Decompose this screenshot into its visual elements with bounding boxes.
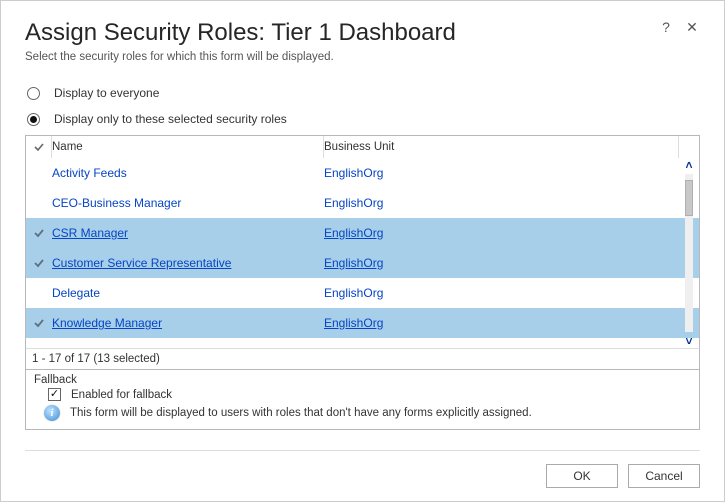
header-spacer — [679, 136, 699, 158]
titlebar: Assign Security Roles: Tier 1 Dashboard … — [25, 19, 700, 47]
row-business-unit: EnglishOrg — [324, 166, 383, 180]
radio-display-selected[interactable]: Display only to these selected security … — [27, 107, 700, 131]
header-name[interactable]: Name — [52, 136, 324, 158]
row-name: Activity Feeds — [52, 166, 127, 180]
radio-icon — [27, 87, 40, 100]
row-business-unit: EnglishOrg — [324, 346, 383, 348]
dialog-title: Assign Security Roles: Tier 1 Dashboard — [25, 19, 648, 47]
row-name: CEO-Business Manager — [52, 196, 181, 210]
table-row[interactable]: Delegate EnglishOrg — [26, 278, 699, 308]
row-name: CSR Manager — [52, 226, 128, 240]
table-row[interactable]: Activity Feeds EnglishOrg — [26, 158, 699, 188]
radio-label: Display only to these selected security … — [54, 112, 287, 126]
row-name: Delegate — [52, 286, 100, 300]
dialog: Assign Security Roles: Tier 1 Dashboard … — [1, 1, 724, 501]
row-business-unit: EnglishOrg — [324, 316, 383, 330]
scrollbar[interactable]: ˄ ˅ — [681, 158, 697, 348]
cancel-button[interactable]: Cancel — [628, 464, 700, 488]
grid-header: Name Business Unit — [26, 136, 699, 158]
scroll-track[interactable] — [685, 174, 693, 332]
table-row[interactable]: Marketing Manager EnglishOrg — [26, 338, 699, 348]
radio-icon — [27, 113, 40, 126]
row-name: Knowledge Manager — [52, 316, 162, 330]
row-checkmark[interactable] — [26, 227, 52, 239]
help-icon[interactable]: ? — [658, 19, 674, 35]
row-business-unit: EnglishOrg — [324, 196, 383, 210]
table-row[interactable]: CEO-Business Manager EnglishOrg — [26, 188, 699, 218]
header-business-unit[interactable]: Business Unit — [324, 136, 679, 158]
fallback-info: This form will be displayed to users wit… — [70, 407, 532, 419]
dialog-subtitle: Select the security roles for which this… — [25, 51, 700, 63]
info-icon: i — [44, 405, 60, 421]
row-checkmark[interactable] — [26, 257, 52, 269]
header-select-all[interactable] — [26, 136, 52, 158]
fallback-label: Enabled for fallback — [71, 389, 172, 401]
scroll-down-icon[interactable]: ˅ — [681, 334, 697, 348]
row-name: Marketing Manager — [52, 346, 155, 348]
pager: 1 - 17 of 17 (13 selected) — [25, 348, 700, 370]
dialog-footer: OK Cancel — [25, 450, 700, 501]
display-scope-radiogroup: Display to everyone Display only to thes… — [27, 81, 700, 133]
grid-rows: Activity FeedsEnglishOrgCEO-Business Man… — [26, 158, 699, 348]
table-row[interactable]: Customer Service Representative EnglishOr… — [26, 248, 699, 278]
row-business-unit: EnglishOrg — [324, 226, 383, 240]
row-business-unit: EnglishOrg — [324, 286, 383, 300]
row-checkmark[interactable] — [26, 317, 52, 329]
row-business-unit: EnglishOrg — [324, 256, 383, 270]
close-icon[interactable]: ✕ — [684, 19, 700, 35]
row-name: Customer Service Representative — [52, 256, 231, 270]
scroll-up-icon[interactable]: ˄ — [681, 158, 697, 172]
radio-display-everyone[interactable]: Display to everyone — [27, 81, 700, 105]
radio-label: Display to everyone — [54, 86, 159, 100]
roles-grid: Name Business Unit Activity Feeds English… — [25, 135, 700, 348]
table-row[interactable]: Knowledge Manager EnglishOrg — [26, 308, 699, 338]
table-row[interactable]: CSR Manager EnglishOrg — [26, 218, 699, 248]
fallback-checkbox[interactable] — [48, 388, 61, 401]
fallback-title: Fallback — [34, 374, 691, 386]
fallback-section: Fallback Enabled for fallback i This for… — [25, 370, 700, 430]
scroll-thumb[interactable] — [685, 180, 693, 216]
ok-button[interactable]: OK — [546, 464, 618, 488]
grid-viewport: Activity FeedsEnglishOrgCEO-Business Man… — [26, 158, 699, 348]
